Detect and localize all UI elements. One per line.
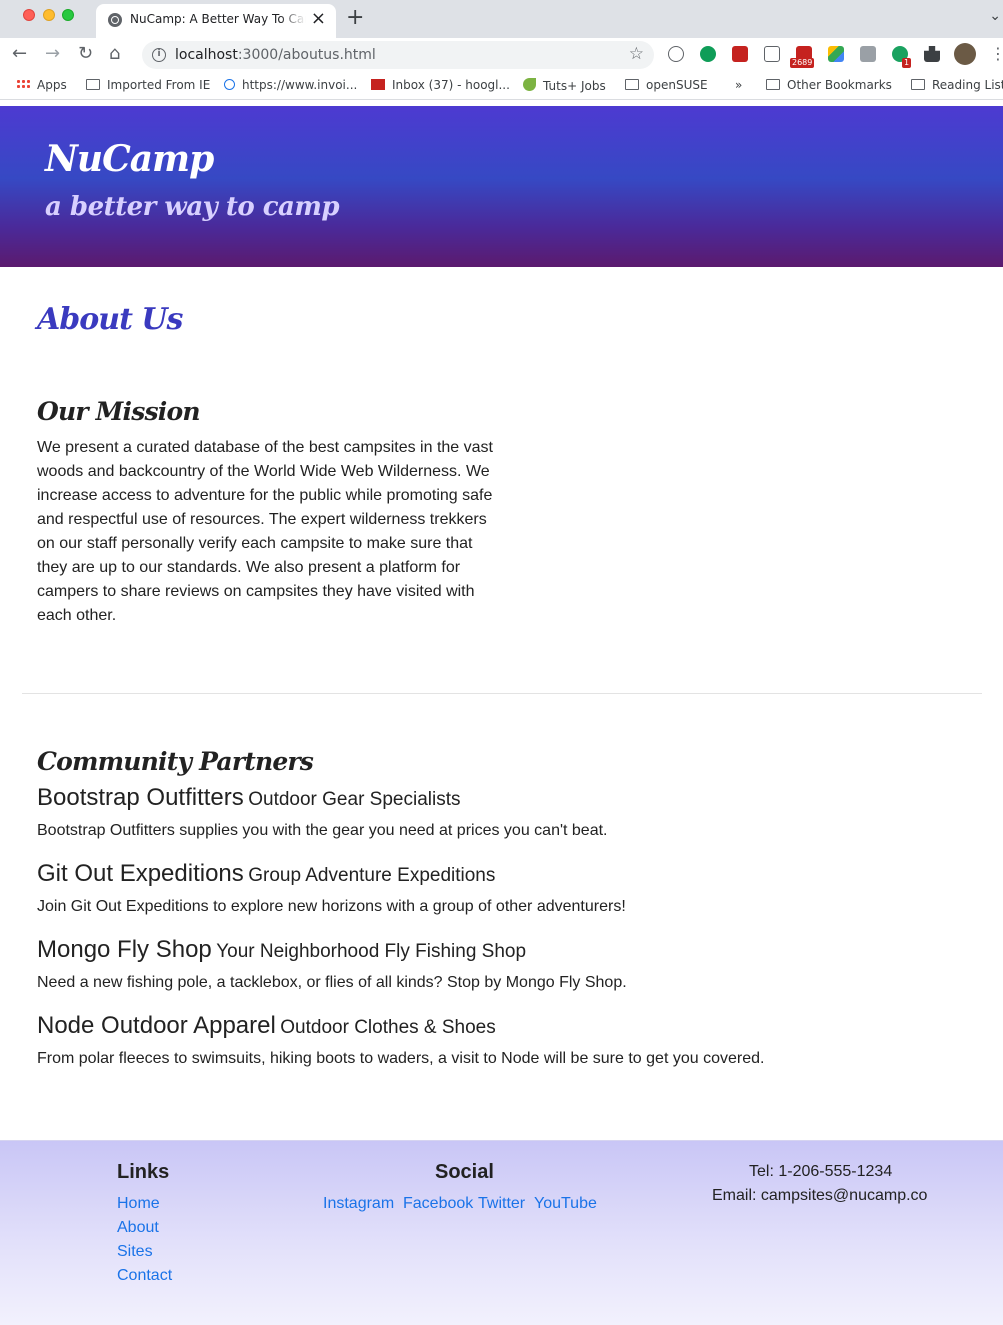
site-tagline: a better way to camp [45, 192, 340, 222]
partner-subtitle: Your Neighborhood Fly Fishing Shop [216, 941, 527, 962]
partner-item: Mongo Fly Shop Your Neighborhood Fly Fis… [37, 936, 627, 991]
bookmarks-bar: Apps Imported From IE https://www.invoi.… [0, 72, 1003, 100]
browser-tab-bar: NuCamp: A Better Way To Camp × + ⌄ [0, 0, 1003, 38]
partner-subtitle: Outdoor Clothes & Shoes [280, 1017, 496, 1038]
partner-item: Node Outdoor Apparel Outdoor Clothes & S… [37, 1012, 764, 1067]
office-icon[interactable] [764, 46, 780, 62]
bookmark-apps[interactable]: Apps [16, 78, 67, 92]
chevron-down-icon[interactable]: ⌄ [989, 8, 1001, 24]
hangouts-icon[interactable] [700, 46, 716, 62]
footer-tel: Tel: 1-206-555-1234 [749, 1163, 893, 1180]
folder-icon [766, 79, 780, 90]
footer-social-heading: Social [435, 1161, 494, 1183]
partners-heading: Community Partners [37, 747, 314, 776]
globe-icon [108, 13, 122, 27]
avatar[interactable] [954, 43, 976, 65]
cloud-icon [224, 79, 235, 90]
bookmark-invoice[interactable]: https://www.invoi... [224, 78, 357, 92]
extension-icon[interactable] [668, 46, 684, 62]
bookmark-tuts[interactable]: Tuts+ Jobs [523, 78, 606, 93]
bookmark-star-icon[interactable]: ☆ [629, 44, 644, 64]
footer-link-contact[interactable]: Contact [117, 1267, 172, 1285]
browser-toolbar: ← → ↻ ⌂ i localhost:3000/aboutus.html ☆ … [0, 38, 1003, 72]
mission-text: We present a curated database of the bes… [37, 439, 493, 624]
bookmarks-overflow[interactable]: » [735, 78, 742, 92]
mission-heading: Our Mission [37, 397, 201, 426]
folder-icon [86, 79, 100, 90]
social-link-facebook[interactable]: Facebook [403, 1195, 473, 1213]
bookmark-inbox[interactable]: Inbox (37) - hoogl... [371, 78, 510, 92]
leaf-icon [523, 78, 536, 91]
site-header: NuCamp a better way to camp [0, 106, 1003, 267]
site-brand: NuCamp [45, 138, 214, 180]
partner-name: Mongo Fly Shop [37, 936, 212, 963]
partner-name: Git Out Expeditions [37, 860, 244, 887]
gmail-icon [371, 79, 385, 90]
back-button[interactable]: ← [12, 43, 27, 65]
social-link-instagram[interactable]: Instagram [323, 1195, 394, 1213]
folder-icon [625, 79, 639, 90]
web-page: NuCamp a better way to camp About Us Our… [0, 106, 1003, 1325]
reload-button[interactable]: ↻ [78, 43, 93, 65]
forward-button[interactable]: → [45, 43, 60, 65]
bookmark-imported[interactable]: Imported From IE [86, 78, 210, 92]
footer-link-about[interactable]: About [117, 1219, 159, 1237]
browser-tab[interactable]: NuCamp: A Better Way To Camp × [96, 4, 336, 38]
partner-subtitle: Outdoor Gear Specialists [248, 789, 461, 810]
bookmark-other[interactable]: Other Bookmarks [766, 78, 892, 92]
social-link-youtube[interactable]: YouTube [534, 1195, 597, 1213]
section-divider [22, 693, 982, 694]
gmail-badge: 2689 [790, 58, 815, 68]
reading-list-icon [911, 79, 925, 90]
home-button[interactable]: ⌂ [109, 43, 120, 65]
menu-icon[interactable]: ⋮ [990, 43, 1003, 65]
apps-icon [16, 79, 30, 90]
drive-icon[interactable] [828, 46, 844, 62]
url-text: localhost:3000/aboutus.html [175, 47, 376, 63]
window-minimize-button[interactable] [43, 9, 55, 21]
partner-item: Git Out Expeditions Group Adventure Expe… [37, 860, 626, 915]
footer-link-home[interactable]: Home [117, 1195, 160, 1213]
address-bar[interactable]: i localhost:3000/aboutus.html ☆ [142, 41, 654, 69]
pdf-icon[interactable] [732, 46, 748, 62]
window-zoom-button[interactable] [62, 9, 74, 21]
puzzle-icon[interactable] [924, 46, 940, 62]
page-title: About Us [37, 302, 183, 337]
partner-name: Bootstrap Outfitters [37, 784, 244, 811]
footer-link-sites[interactable]: Sites [117, 1243, 153, 1261]
site-footer: Links Home About Sites Contact Social In… [0, 1140, 1003, 1325]
partner-name: Node Outdoor Apparel [37, 1012, 276, 1039]
social-link-twitter[interactable]: Twitter [478, 1195, 525, 1213]
tab-title: NuCamp: A Better Way To Camp [130, 12, 306, 26]
window-close-button[interactable] [23, 9, 35, 21]
bookmark-reading-list[interactable]: Reading List [911, 78, 1003, 92]
close-tab-icon[interactable]: × [311, 9, 326, 29]
footer-email[interactable]: Email: campsites@nucamp.co [712, 1187, 927, 1205]
partner-description: From polar fleeces to swimsuits, hiking … [37, 1050, 765, 1067]
partner-description: Bootstrap Outfitters supplies you with t… [37, 822, 608, 839]
partner-subtitle: Group Adventure Expeditions [248, 865, 496, 886]
bookmark-opensuse[interactable]: openSUSE [625, 78, 708, 92]
grammarly-badge: 1 [902, 58, 912, 68]
partner-item: Bootstrap Outfitters Outdoor Gear Specia… [37, 784, 608, 839]
footer-links-heading: Links [117, 1161, 170, 1183]
info-icon[interactable]: i [152, 48, 166, 62]
calendar-icon[interactable] [860, 46, 876, 62]
partner-description: Need a new fishing pole, a tacklebox, or… [37, 974, 627, 991]
new-tab-button[interactable]: + [346, 6, 364, 30]
partner-description: Join Git Out Expeditions to explore new … [37, 898, 626, 915]
